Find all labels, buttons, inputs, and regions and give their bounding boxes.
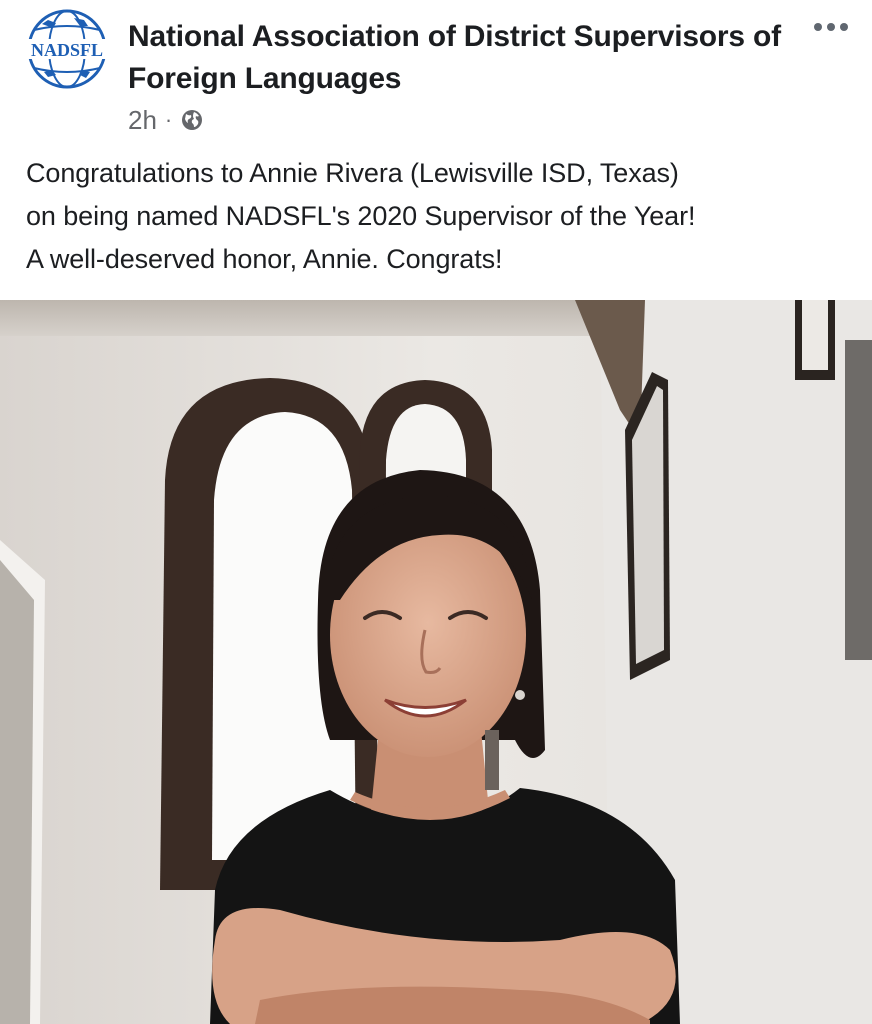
post-body-text: Congratulations to Annie Rivera (Lewisvi… <box>26 158 696 274</box>
more-options-icon <box>814 23 822 31</box>
globe-icon[interactable] <box>180 108 204 132</box>
post-meta: 2h · <box>128 102 204 138</box>
page-name-link[interactable]: National Association of District Supervi… <box>128 16 808 100</box>
post-photo[interactable] <box>0 300 872 1024</box>
logo-text: NADSFL <box>31 40 103 60</box>
page-avatar[interactable]: NADSFL <box>22 8 112 90</box>
more-options-button[interactable] <box>808 12 854 42</box>
meta-separator: · <box>164 107 173 132</box>
post-timestamp[interactable]: 2h <box>128 105 157 136</box>
photo-image <box>0 300 872 1024</box>
nadsfl-logo: NADSFL <box>26 9 108 89</box>
post-header: NADSFL National Association of District … <box>0 0 872 140</box>
